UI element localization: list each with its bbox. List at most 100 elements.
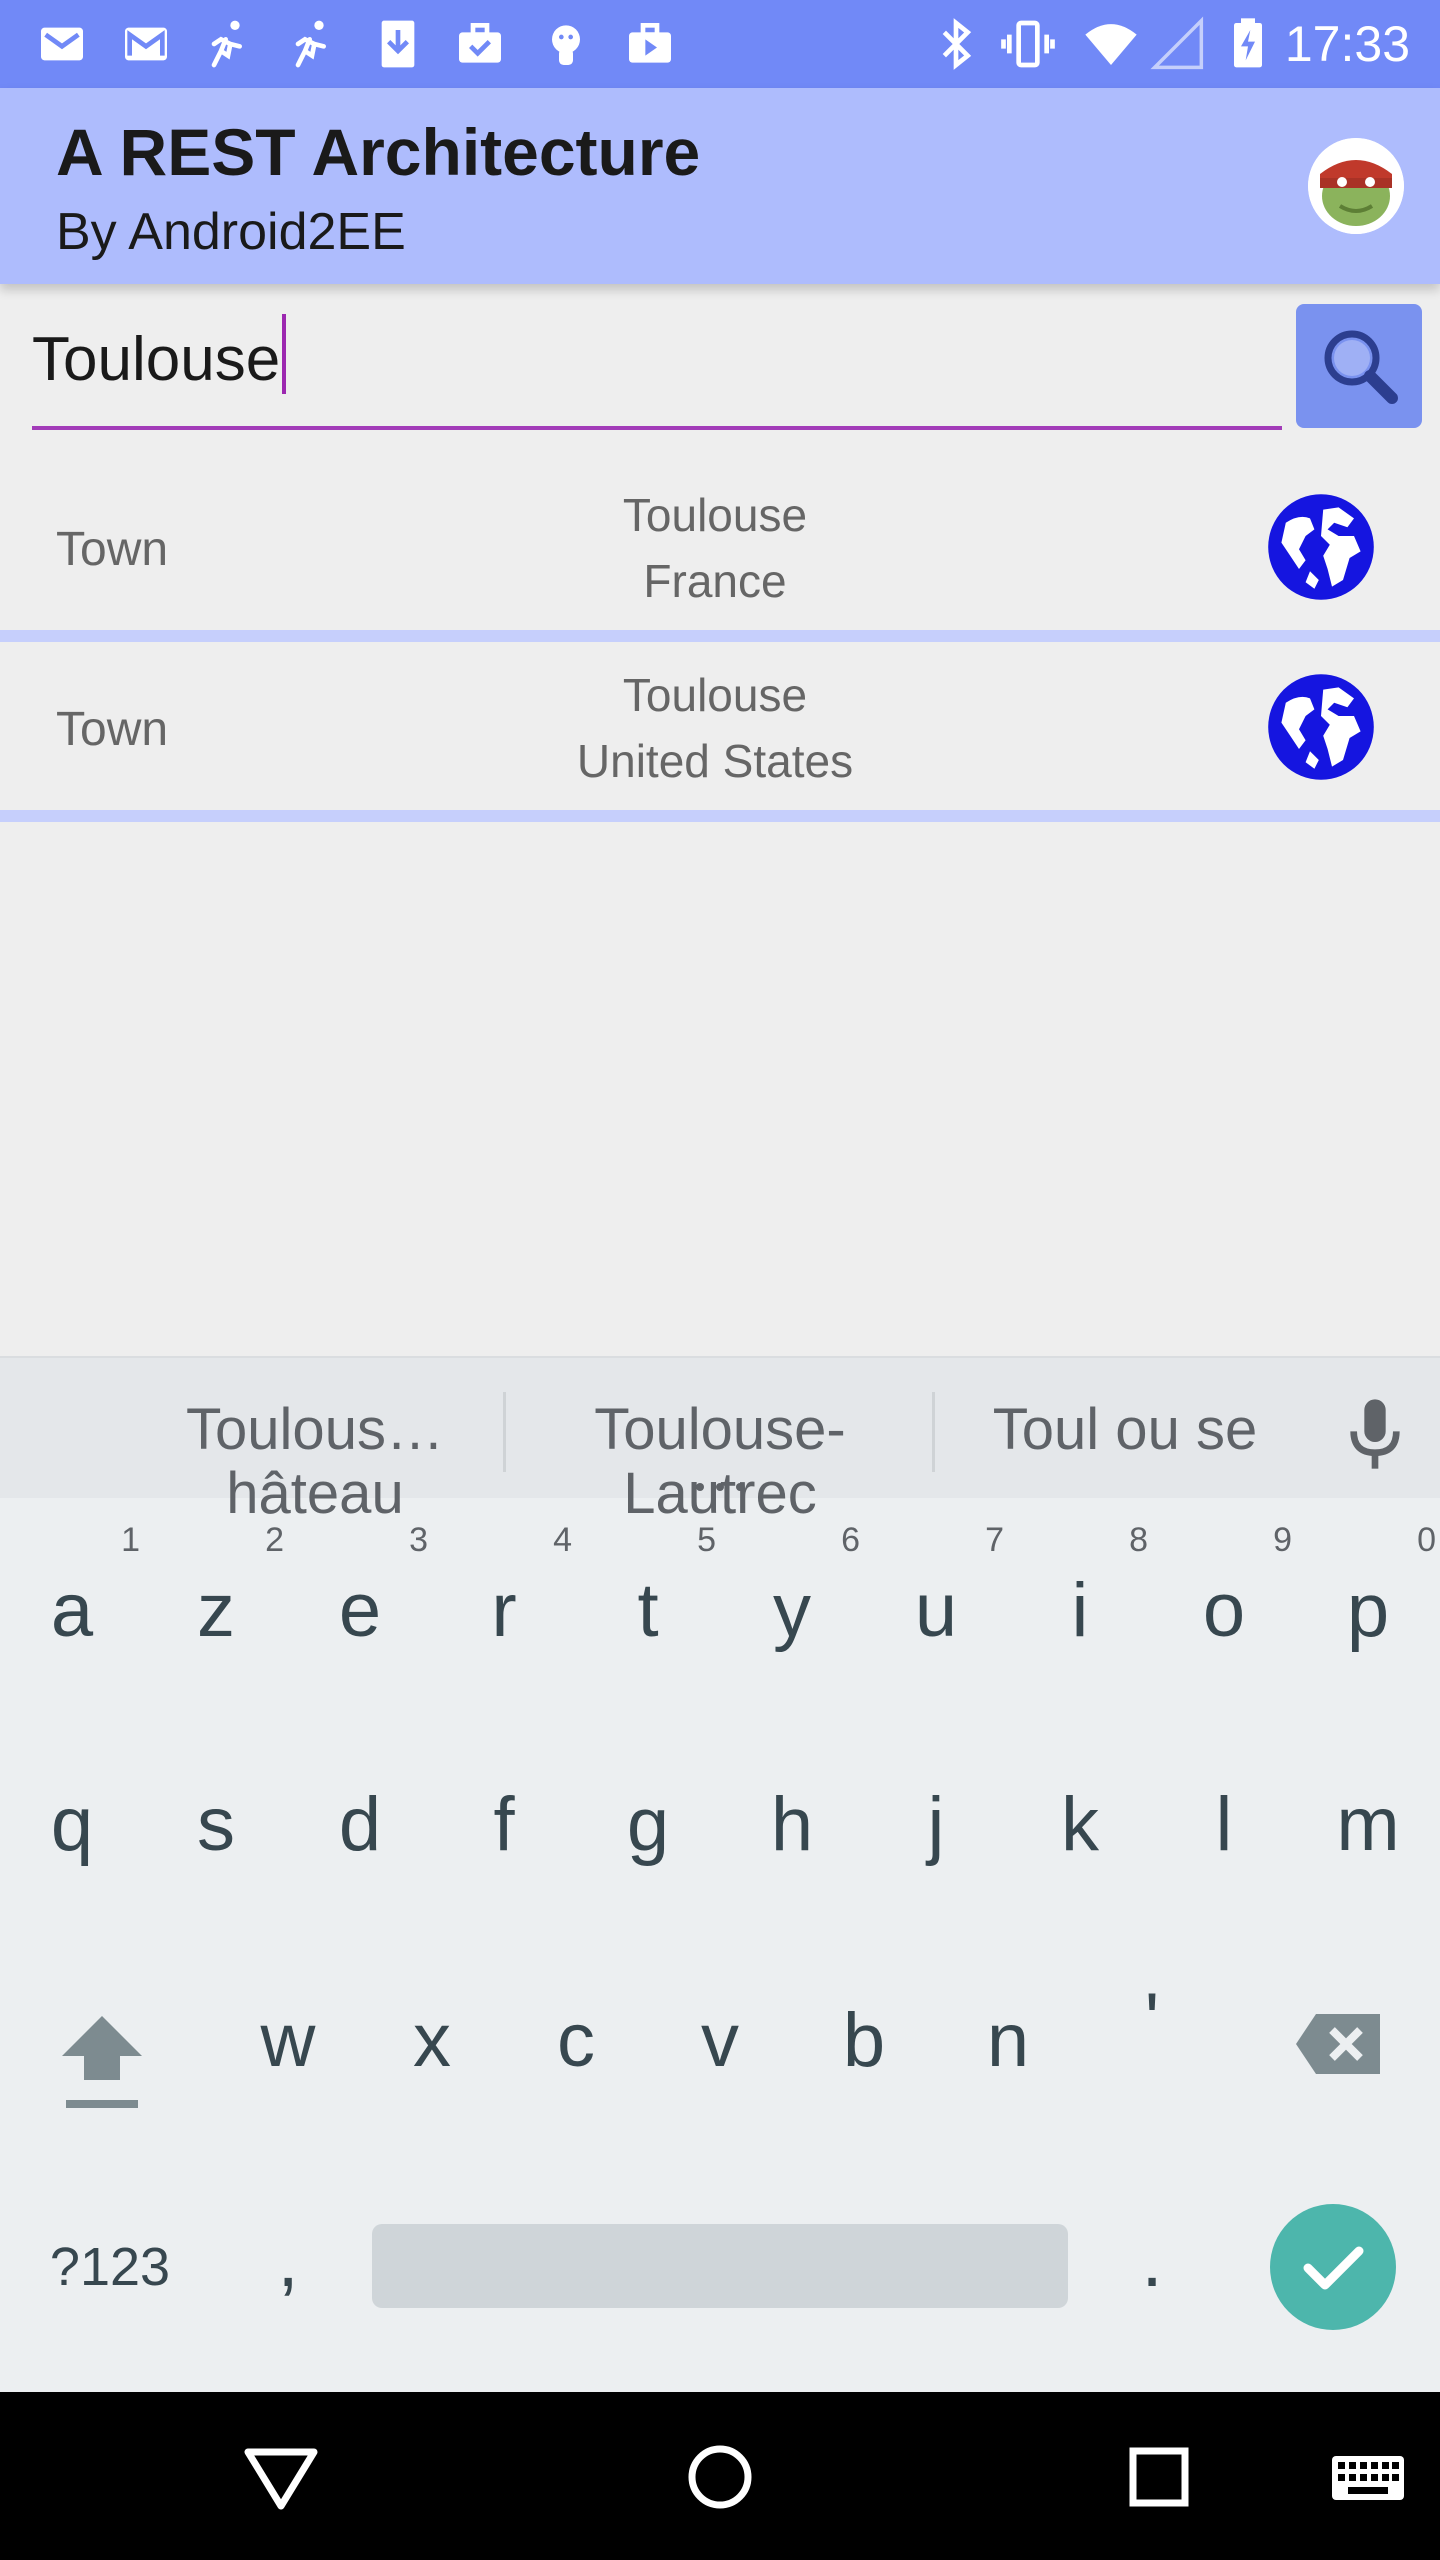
microphone-icon[interactable] xyxy=(1342,1394,1408,1474)
globe-icon[interactable] xyxy=(1266,672,1376,782)
key-hint: 5 xyxy=(697,1521,716,1559)
back-icon[interactable] xyxy=(236,2432,326,2522)
checkmark-icon xyxy=(1303,2246,1364,2290)
android-icon xyxy=(552,25,580,65)
suggestion-separator xyxy=(932,1392,935,1472)
result-country: United States xyxy=(576,735,854,787)
key-n[interactable]: n xyxy=(936,1996,1080,2086)
key-q[interactable]: q xyxy=(0,1780,144,1870)
cell-signal-icon xyxy=(1150,16,1204,70)
key-h[interactable]: h xyxy=(720,1780,864,1870)
clock: 17:33 xyxy=(1284,16,1410,72)
text-caret xyxy=(282,314,287,394)
key-period[interactable]: . xyxy=(1080,2216,1224,2306)
key-u[interactable]: 7u xyxy=(864,1521,1008,1656)
key-hint: 0 xyxy=(1417,1521,1436,1559)
android-avatar-icon[interactable] xyxy=(1308,138,1404,234)
key-label: r xyxy=(491,1568,517,1653)
list-divider xyxy=(0,810,1440,822)
soft-keyboard: Toulous…hâteau Toulouse-Lautrec Toul ou … xyxy=(0,1356,1440,2392)
key-apostrophe[interactable]: ' xyxy=(1080,1976,1224,2066)
result-place: Toulouse United States xyxy=(460,662,970,794)
mail-icon xyxy=(41,27,83,61)
search-input-value: Toulouse xyxy=(32,325,281,394)
briefcase-check-icon xyxy=(459,23,501,63)
key-t[interactable]: 5t xyxy=(576,1521,720,1656)
key-label: t xyxy=(637,1568,659,1653)
result-kind: Town xyxy=(56,523,169,576)
key-f[interactable]: f xyxy=(432,1780,576,1870)
search-button[interactable] xyxy=(1296,304,1422,428)
home-icon[interactable] xyxy=(675,2432,765,2522)
key-label: z xyxy=(197,1568,235,1653)
search-input[interactable]: Toulouse xyxy=(32,310,1282,430)
list-item[interactable]: Town Toulouse United States xyxy=(0,646,1440,814)
key-label: e xyxy=(338,1568,382,1653)
gmail-icon xyxy=(125,27,167,61)
recents-icon[interactable] xyxy=(1114,2432,1204,2522)
key-b[interactable]: b xyxy=(792,1996,936,2086)
key-l[interactable]: l xyxy=(1152,1780,1296,1870)
key-r[interactable]: 4r xyxy=(432,1521,576,1656)
list-divider xyxy=(0,630,1440,642)
key-x[interactable]: x xyxy=(360,1996,504,2086)
key-a[interactable]: 1a xyxy=(0,1521,144,1656)
spacebar[interactable] xyxy=(372,2224,1068,2308)
enter-button[interactable] xyxy=(1270,2204,1396,2330)
app-title: A REST Architecture xyxy=(56,115,701,189)
key-y[interactable]: 6y xyxy=(720,1521,864,1656)
list-item[interactable]: Town Toulouse France xyxy=(0,466,1440,634)
key-k[interactable]: k xyxy=(1008,1780,1152,1870)
key-m[interactable]: m xyxy=(1296,1780,1440,1870)
suggestion-2[interactable]: Toulouse-Lautrec xyxy=(520,1398,920,1526)
suggestion-separator xyxy=(503,1392,506,1472)
key-hint: 1 xyxy=(121,1521,140,1559)
key-hint: 3 xyxy=(409,1521,428,1559)
key-c[interactable]: c xyxy=(504,1996,648,2086)
key-e[interactable]: 3e xyxy=(288,1521,432,1656)
key-s[interactable]: s xyxy=(144,1780,288,1870)
suggestion-1[interactable]: Toulous…hâteau xyxy=(130,1398,500,1526)
key-v[interactable]: v xyxy=(648,1996,792,2086)
key-label: a xyxy=(50,1568,94,1653)
key-hint: 2 xyxy=(265,1521,284,1559)
navigation-bar xyxy=(0,2392,1440,2560)
vibrate-icon xyxy=(1001,20,1055,68)
app-bar: A REST Architecture By Android2EE xyxy=(0,88,1440,284)
wifi-icon xyxy=(1085,24,1137,65)
key-hint: 4 xyxy=(553,1521,572,1559)
battery-charging-icon xyxy=(1234,18,1262,68)
key-label: p xyxy=(1346,1568,1390,1653)
key-z[interactable]: 2z xyxy=(144,1521,288,1656)
keyboard-icon[interactable] xyxy=(1326,2432,1410,2522)
download-icon xyxy=(381,20,415,68)
result-place: Toulouse France xyxy=(460,482,970,614)
key-g[interactable]: g xyxy=(576,1780,720,1870)
globe-icon[interactable] xyxy=(1266,492,1376,602)
suggestion-strip: Toulous…hâteau Toulouse-Lautrec Toul ou … xyxy=(0,1356,1440,1526)
result-country: France xyxy=(643,555,787,607)
briefcase-play-icon xyxy=(629,23,671,63)
key-label: y xyxy=(773,1568,811,1653)
search-icon xyxy=(1324,330,1398,404)
key-w[interactable]: w xyxy=(216,1996,360,2086)
symbols-key[interactable]: ?123 xyxy=(20,2222,200,2312)
key-j[interactable]: j xyxy=(864,1780,1008,1870)
key-hint: 8 xyxy=(1129,1521,1148,1559)
key-hint: 9 xyxy=(1273,1521,1292,1559)
key-o[interactable]: 9o xyxy=(1152,1521,1296,1656)
key-p[interactable]: 0p xyxy=(1296,1521,1440,1656)
backspace-icon[interactable] xyxy=(1292,2008,1386,2080)
key-d[interactable]: d xyxy=(288,1780,432,1870)
result-city: Toulouse xyxy=(622,489,808,541)
runner-icon xyxy=(211,20,243,68)
key-label: i xyxy=(1071,1568,1089,1653)
more-suggestions-icon[interactable] xyxy=(693,1482,747,1492)
key-i[interactable]: 8i xyxy=(1008,1521,1152,1656)
shift-icon[interactable] xyxy=(54,2004,150,2114)
key-hint: 6 xyxy=(841,1521,860,1559)
result-city: Toulouse xyxy=(622,669,808,721)
suggestion-3[interactable]: Toul ou se xyxy=(950,1398,1300,1462)
key-label: o xyxy=(1202,1568,1246,1653)
key-comma[interactable]: , xyxy=(216,2216,360,2306)
